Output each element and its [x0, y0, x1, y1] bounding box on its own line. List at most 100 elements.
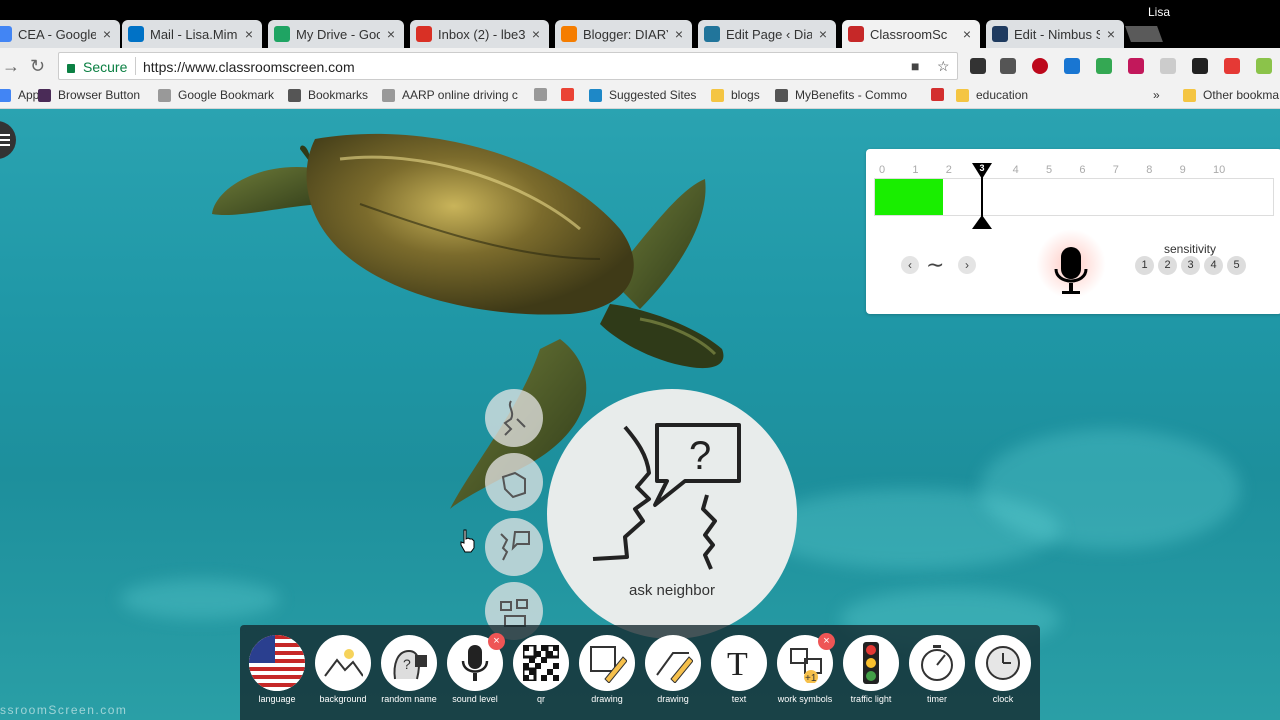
- new-extension-icon[interactable]: [1000, 58, 1016, 74]
- selected-work-symbol[interactable]: ? ask neighbor: [547, 389, 797, 639]
- dock-item-traffic-light[interactable]: traffic light: [843, 635, 899, 704]
- nimbus-icon: [992, 26, 1008, 42]
- address-bar[interactable]: Secure https://www.classroomscreen.com ■…: [58, 52, 958, 80]
- dock-label: text: [731, 694, 747, 704]
- n-extension-icon[interactable]: [1224, 58, 1240, 74]
- scale-tick-label: 6: [1079, 164, 1086, 176]
- drive-extension-icon[interactable]: [1096, 58, 1112, 74]
- sensitivity-option[interactable]: 5: [1227, 256, 1246, 275]
- dock-item-drawing[interactable]: drawing: [645, 635, 701, 704]
- dock-item-drawing[interactable]: drawing: [579, 635, 635, 704]
- more-bookmarks-button[interactable]: »: [1153, 88, 1160, 102]
- close-tab-icon[interactable]: ×: [1104, 26, 1118, 42]
- tab-bar: CEA - Google D×Mail - Lisa.Mim×My Drive …: [0, 0, 1280, 48]
- close-tab-icon[interactable]: ×: [960, 26, 974, 42]
- url-text[interactable]: https://www.classroomscreen.com: [143, 59, 355, 75]
- tab-title: ClassroomSc: [870, 26, 948, 42]
- browser-tab[interactable]: CEA - Google D×: [0, 20, 120, 48]
- close-tab-icon[interactable]: ×: [242, 26, 256, 42]
- silence-option[interactable]: [485, 389, 543, 447]
- hand-raise-option[interactable]: [485, 453, 543, 511]
- bookmark-item[interactable]: Suggested Sites: [589, 88, 696, 102]
- drawing-icon: [645, 635, 701, 691]
- owl-extension-icon[interactable]: [970, 58, 986, 74]
- browser-tab[interactable]: Mail - Lisa.Mim ×: [122, 20, 262, 48]
- forward-icon[interactable]: →: [2, 56, 20, 77]
- bookmark-item[interactable]: Bookmarks: [288, 88, 368, 102]
- secure-indicator[interactable]: Secure: [67, 59, 127, 75]
- dock-item-work-symbols[interactable]: +1 × work symbols: [777, 633, 835, 704]
- bookmark-icon: [956, 88, 969, 102]
- bookmark-item[interactable]: [534, 88, 554, 101]
- close-tab-icon[interactable]: ×: [672, 26, 686, 42]
- cast-extension-icon[interactable]: [1160, 58, 1176, 74]
- scale-tick-label: 4: [1012, 164, 1019, 176]
- bookmark-item[interactable]: Google Bookmark: [158, 88, 274, 102]
- dock-item-language[interactable]: language: [249, 635, 305, 704]
- ask-neighbor-large-icon: ?: [592, 423, 741, 570]
- sound-level-bar: [874, 178, 1274, 216]
- camera-icon[interactable]: ■: [911, 58, 919, 74]
- star-icon[interactable]: ☆: [937, 58, 950, 75]
- drawing-fullscreen-icon: [579, 635, 635, 691]
- previous-visual-button[interactable]: ‹: [901, 256, 919, 274]
- bookmark-item[interactable]: MyBenefits - Commo: [775, 88, 907, 102]
- close-tab-icon[interactable]: ×: [384, 26, 398, 42]
- q-extension-icon[interactable]: [1128, 58, 1144, 74]
- browser-tab[interactable]: Edit Page ‹ Diar ×: [698, 20, 836, 48]
- d-extension-icon[interactable]: [1064, 58, 1080, 74]
- browser-tab[interactable]: Blogger: DIARY ×: [555, 20, 692, 48]
- random-name-icon: ?: [381, 635, 437, 691]
- reload-icon[interactable]: ↻: [30, 56, 45, 77]
- close-widget-icon[interactable]: ×: [818, 633, 835, 650]
- bookmark-item[interactable]: blogs: [711, 88, 760, 102]
- misc-extension-icon[interactable]: [1256, 58, 1272, 74]
- dock-item-clock[interactable]: clock: [975, 635, 1031, 704]
- sensitivity-option[interactable]: 1: [1135, 256, 1154, 275]
- sensitivity-option[interactable]: 3: [1181, 256, 1200, 275]
- close-tab-icon[interactable]: ×: [816, 26, 830, 42]
- bookmark-label: AARP online driving c: [402, 88, 518, 102]
- dock-label: qr: [536, 694, 545, 704]
- sensitivity-option[interactable]: 4: [1204, 256, 1223, 275]
- new-tab-button[interactable]: [1125, 26, 1163, 42]
- bookmark-item[interactable]: [561, 88, 581, 101]
- scale-tick-label: 8: [1146, 164, 1153, 176]
- bookmark-item[interactable]: Browser Button: [38, 88, 140, 102]
- next-visual-button[interactable]: ›: [958, 256, 976, 274]
- dock-item-background[interactable]: background: [315, 635, 371, 704]
- bookmark-icon: [561, 88, 574, 101]
- dock-item-text[interactable]: Ttext: [711, 635, 767, 704]
- pinterest-icon[interactable]: [1032, 58, 1048, 74]
- us-flag-icon: [249, 635, 305, 691]
- close-tab-icon[interactable]: ×: [529, 26, 543, 42]
- dock-item-timer[interactable]: timer: [909, 635, 965, 704]
- bookmark-item[interactable]: [931, 88, 951, 101]
- bookmark-label: Google Bookmark: [178, 88, 275, 102]
- profile-name[interactable]: Lisa: [1148, 5, 1170, 19]
- threshold-line: [981, 177, 983, 221]
- microphone-icon[interactable]: [1052, 245, 1092, 301]
- bookmark-item[interactable]: Other bookma: [1183, 88, 1279, 102]
- browser-toolbar: → ↻ Secure https://www.classroomscreen.c…: [0, 48, 1280, 84]
- ask-neighbor-option[interactable]: [485, 518, 543, 576]
- bookmark-item[interactable]: AARP online driving c: [382, 88, 518, 102]
- sensitivity-option[interactable]: 2: [1158, 256, 1177, 275]
- dock-item-sound-level[interactable]: × sound level: [447, 633, 505, 704]
- close-tab-icon[interactable]: ×: [100, 26, 114, 42]
- dock-label: drawing: [657, 694, 689, 704]
- bookmark-label: blogs: [731, 88, 760, 102]
- browser-tab[interactable]: Edit - Nimbus S ×: [986, 20, 1124, 48]
- bookmark-item[interactable]: education: [956, 88, 1028, 102]
- secure-label: Secure: [83, 59, 128, 75]
- browser-tab[interactable]: My Drive - Goo ×: [268, 20, 404, 48]
- close-widget-icon[interactable]: ×: [488, 633, 505, 650]
- google-docs-icon: [0, 26, 12, 42]
- browser-tab[interactable]: ClassroomSc ×: [842, 20, 980, 48]
- bookmark-icon: [288, 88, 301, 102]
- dock-item-random-name[interactable]: ? random name: [381, 635, 437, 704]
- dock-item-qr[interactable]: qr: [513, 635, 569, 704]
- threshold-handle-bottom[interactable]: [972, 215, 992, 229]
- browser-tab[interactable]: Inbox (2) - lbe3 ×: [410, 20, 549, 48]
- screencast-extension-icon[interactable]: [1192, 58, 1208, 74]
